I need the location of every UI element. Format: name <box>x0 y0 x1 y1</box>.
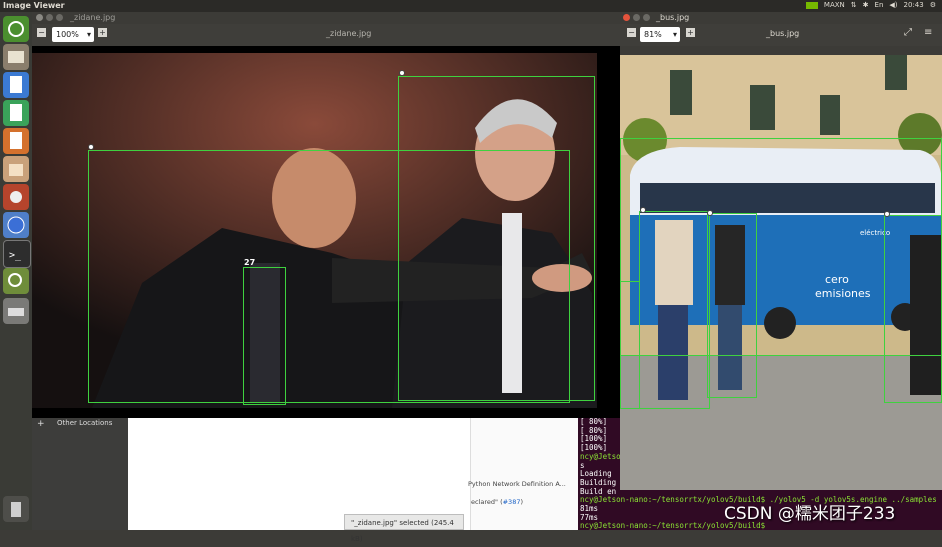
detection-box-person[interactable] <box>707 213 757 398</box>
terminal-icon[interactable]: >_ <box>3 240 31 268</box>
files-sidebar: + Other Locations <box>32 418 128 530</box>
software-center-icon[interactable] <box>3 156 29 182</box>
detection-label: 27 <box>244 258 256 267</box>
close-icon[interactable] <box>623 14 630 21</box>
system-settings-icon[interactable] <box>3 184 29 210</box>
image-filename: _bus.jpg <box>766 29 800 38</box>
detection-corner-marker <box>399 70 405 76</box>
launcher: >_ <box>0 12 32 530</box>
libreoffice-writer-icon[interactable] <box>3 72 29 98</box>
chromium-icon[interactable] <box>3 212 29 238</box>
detection-corner-marker <box>884 211 890 217</box>
close-icon[interactable] <box>36 14 43 21</box>
window-titlebar-left[interactable]: _zidane.jpg <box>32 12 620 24</box>
zoom-select[interactable]: 81% ▾ <box>640 27 680 42</box>
clock[interactable]: 20:43 <box>904 1 924 9</box>
bluetooth-icon[interactable]: ✱ <box>863 1 869 9</box>
file-manager-icon[interactable] <box>3 44 29 70</box>
app-title: Image Viewer <box>3 1 65 10</box>
viewer-toolbar-right: − 81% ▾ + _bus.jpg ⤢ ≡ <box>620 24 942 46</box>
zidane-image[interactable]: 27 <box>32 53 597 408</box>
zoom-select[interactable]: 100% ▾ <box>52 27 94 42</box>
drive-icon[interactable] <box>3 298 29 324</box>
detection-box-person[interactable] <box>620 281 640 409</box>
window-titlebar-right[interactable]: _bus.jpg <box>620 12 942 24</box>
image-viewer-icon[interactable] <box>3 268 29 294</box>
files-panel: Python Network Definition A... eclared" … <box>468 418 581 530</box>
menu-icon[interactable]: ≡ <box>924 27 932 38</box>
viewer-toolbar-left: − 100% ▾ + _zidane.jpg <box>32 24 620 46</box>
chevron-down-icon: ▾ <box>86 30 91 39</box>
detection-corner-marker <box>707 210 713 216</box>
detection-corner-marker <box>640 207 646 213</box>
maximize-icon[interactable] <box>56 14 63 21</box>
watermark: CSDN @糯米团子233 <box>724 504 896 524</box>
top-panel: Image Viewer MAXN ⇅ ✱ En ◀) 20:43 ⚙ <box>0 0 942 12</box>
settings-gear-icon[interactable]: ⚙ <box>930 1 936 9</box>
detection-corner-marker <box>88 144 94 150</box>
detection-box-tie[interactable] <box>243 267 286 405</box>
libreoffice-impress-icon[interactable] <box>3 128 29 154</box>
keyboard-icon[interactable]: En <box>875 1 884 9</box>
zoom-value: 100% <box>56 30 79 39</box>
zoom-in-button[interactable]: + <box>686 28 695 37</box>
image-filename: _zidane.jpg <box>326 29 372 38</box>
zoom-in-button[interactable]: + <box>98 28 107 37</box>
minimize-icon[interactable] <box>633 14 640 21</box>
status-area: MAXN ⇅ ✱ En ◀) 20:43 ⚙ <box>805 1 936 9</box>
bus-image[interactable]: cero emisiones eléctrico <box>620 55 942 490</box>
file-row-text[interactable]: Python Network Definition A... <box>468 480 566 488</box>
zoom-out-button[interactable]: − <box>627 28 636 37</box>
libreoffice-calc-icon[interactable] <box>3 100 29 126</box>
chevron-down-icon: ▾ <box>672 30 677 39</box>
zoom-value: 81% <box>644 30 662 39</box>
wifi-icon[interactable]: ⇅ <box>851 1 857 9</box>
detection-box-person[interactable] <box>398 76 595 401</box>
maximize-icon[interactable] <box>643 14 650 21</box>
zoom-out-button[interactable]: − <box>37 28 46 37</box>
svg-text:>_: >_ <box>9 250 22 261</box>
trash-icon[interactable] <box>3 496 29 522</box>
fullscreen-icon[interactable]: ⤢ <box>904 27 912 38</box>
power-mode-label[interactable]: MAXN <box>824 1 845 9</box>
terminal-line: ncy@Jetso <box>580 452 621 461</box>
window-title: _bus.jpg <box>656 13 690 22</box>
window-title: _zidane.jpg <box>70 13 116 22</box>
other-locations-item[interactable]: Other Locations <box>57 419 112 427</box>
volume-icon[interactable]: ◀) <box>889 1 897 9</box>
detection-box-person[interactable] <box>884 215 942 403</box>
detection-box-person[interactable] <box>639 211 710 409</box>
selection-status-toast: "_zidane.jpg" selected (245.4 kB) <box>344 514 464 543</box>
file-row-text[interactable]: eclared" (#387) <box>471 498 523 506</box>
nvidia-icon[interactable] <box>805 1 818 9</box>
add-location-icon[interactable]: + <box>37 419 45 429</box>
minimize-icon[interactable] <box>46 14 53 21</box>
ubuntu-logo-icon[interactable] <box>3 16 29 42</box>
